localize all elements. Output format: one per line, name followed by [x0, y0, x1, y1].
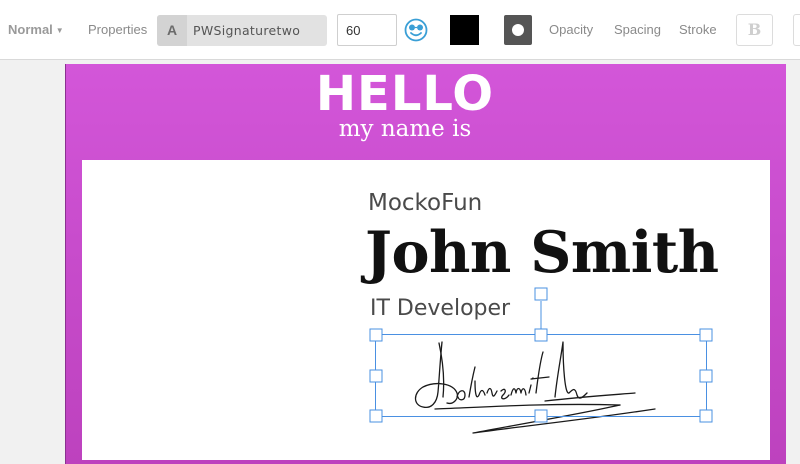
resize-handle-bottom[interactable] — [534, 409, 548, 423]
person-name-text[interactable]: John Smith — [365, 220, 719, 286]
properties-button[interactable]: Properties — [88, 22, 147, 37]
font-family-name: PWSignaturetwo — [193, 23, 301, 38]
text-toolbar: Normal ▼ Properties A PWSignaturetwo 60 O… — [0, 0, 800, 60]
hello-heading[interactable]: HELLO — [66, 68, 744, 120]
blend-mode-label: Normal — [8, 22, 53, 37]
resize-handle-bottom-right[interactable] — [699, 409, 713, 423]
resize-handle-top-right[interactable] — [699, 328, 713, 342]
rotate-handle[interactable] — [534, 287, 548, 301]
more-options-button[interactable] — [793, 14, 800, 46]
opacity-button[interactable]: Opacity — [549, 22, 593, 37]
resize-handle-right[interactable] — [699, 369, 713, 383]
stroke-button[interactable]: Stroke — [679, 22, 717, 37]
stroke-dot-icon — [512, 24, 524, 36]
my-name-is-subtitle[interactable]: my name is — [66, 116, 744, 142]
caret-down-icon: ▼ — [55, 26, 64, 35]
text-color-swatch[interactable] — [450, 15, 479, 45]
blend-mode-dropdown[interactable]: Normal ▼ — [8, 22, 64, 37]
spacing-button[interactable]: Spacing — [614, 22, 661, 37]
font-family-select[interactable]: A PWSignaturetwo — [157, 15, 327, 46]
selection-box — [369, 287, 713, 423]
resize-handle-bottom-left[interactable] — [369, 409, 383, 423]
stroke-color-swatch[interactable] — [504, 15, 532, 45]
resize-handle-top[interactable] — [534, 328, 548, 342]
resize-handle-top-left[interactable] — [369, 328, 383, 342]
smiley-icon[interactable] — [404, 18, 428, 42]
resize-handle-left[interactable] — [369, 369, 383, 383]
bold-button[interactable]: B — [736, 14, 773, 46]
company-text[interactable]: MockoFun — [368, 190, 482, 216]
font-icon: A — [157, 15, 187, 46]
font-size-input[interactable]: 60 — [337, 14, 397, 46]
